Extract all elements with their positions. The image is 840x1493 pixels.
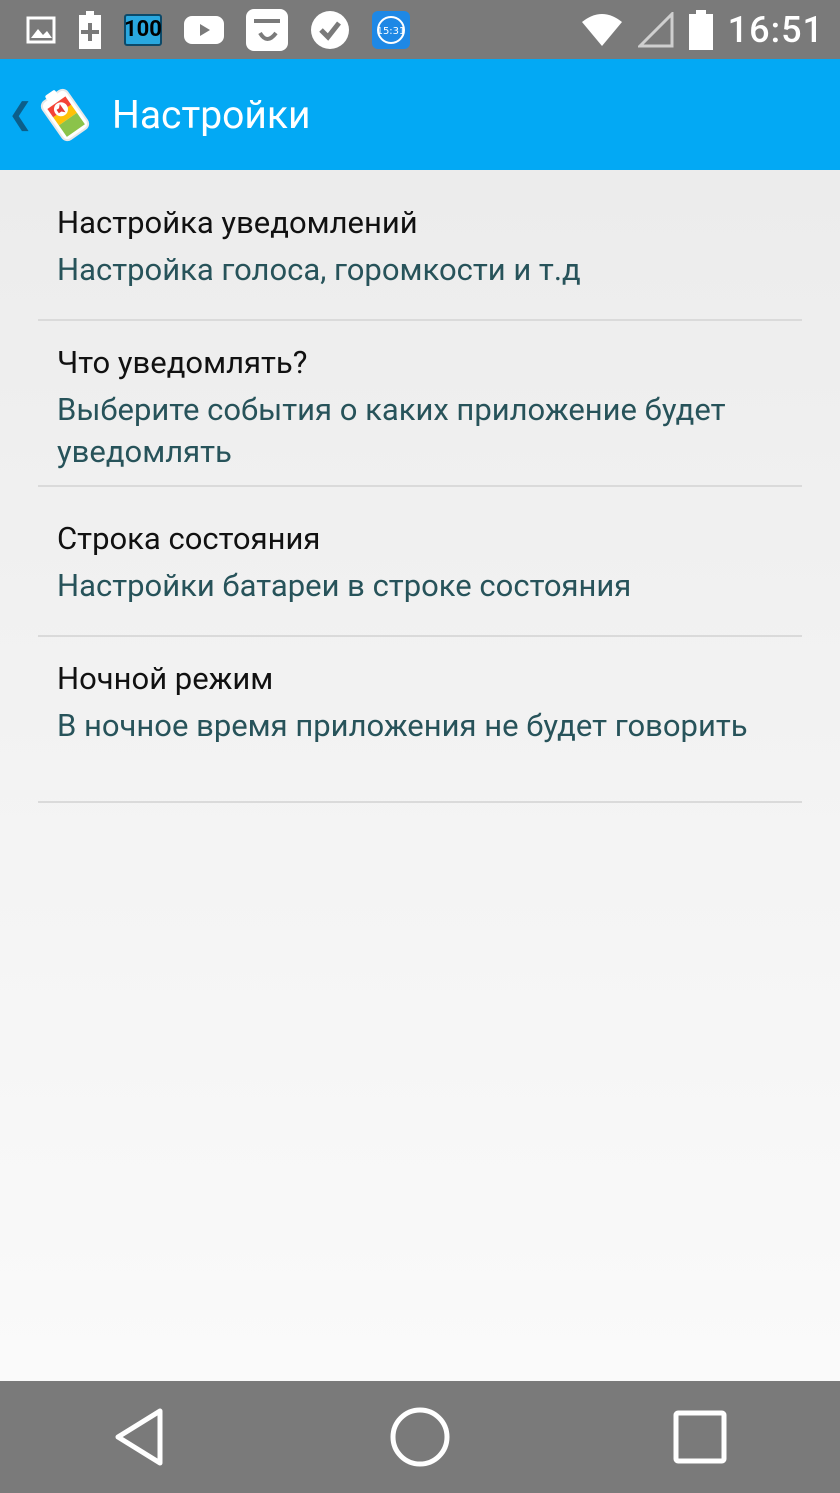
pref-title: Ночной режим: [57, 660, 274, 697]
youtube-icon: [184, 15, 224, 44]
pref-summary: В ночное время приложения не будет говор…: [57, 707, 748, 744]
image-icon: [26, 16, 56, 44]
pref-summary: Выберите события о каких приложение буде…: [57, 391, 726, 470]
preferences-list: Настройка уведомлений Настройка голоса, …: [0, 170, 840, 1381]
pref-title: Строка состояния: [57, 520, 321, 557]
pref-summary: Настройки батареи в строке состояния: [57, 567, 632, 604]
back-icon[interactable]: [100, 1397, 180, 1477]
battery-100-icon: 100: [124, 13, 162, 46]
wifi-icon: [580, 12, 624, 48]
pref-status-bar[interactable]: Строка состояния Настройки батареи в стр…: [0, 487, 840, 637]
home-icon[interactable]: [380, 1397, 460, 1477]
app-logo-icon[interactable]: [36, 86, 94, 144]
pref-summary: Настройка голоса, горомкости и т.д: [57, 251, 581, 288]
app-icon: [246, 8, 288, 51]
pref-what-to-notify[interactable]: Что уведомлять? Выберите события о каких…: [0, 321, 840, 487]
system-status: 16:51: [580, 0, 824, 59]
pref-title: Что уведомлять?: [57, 344, 308, 381]
pref-notification-settings[interactable]: Настройка уведомлений Настройка голоса, …: [0, 170, 840, 321]
navigation-bar: [0, 1381, 840, 1493]
battery-icon: [688, 9, 714, 50]
signal-icon: [637, 11, 674, 48]
svg-text:15:31: 15:31: [377, 26, 406, 37]
page-title: Настройки: [112, 91, 311, 138]
pref-title: Настройка уведомлений: [57, 204, 418, 241]
up-chevron-icon[interactable]: ❮: [8, 97, 33, 132]
app-bar: ❮ Настройки: [0, 59, 840, 170]
battery-plus-icon: [78, 10, 102, 49]
pref-night-mode[interactable]: Ночной режим В ночное время приложения н…: [0, 637, 840, 803]
check-badge-icon: [310, 10, 350, 50]
status-bar: 100 15:31 16:51: [0, 0, 840, 59]
clock-app-icon: 15:31: [372, 10, 410, 49]
clock: 16:51: [727, 8, 824, 51]
notification-icons: 100 15:31: [26, 8, 410, 51]
recents-icon[interactable]: [660, 1397, 740, 1477]
